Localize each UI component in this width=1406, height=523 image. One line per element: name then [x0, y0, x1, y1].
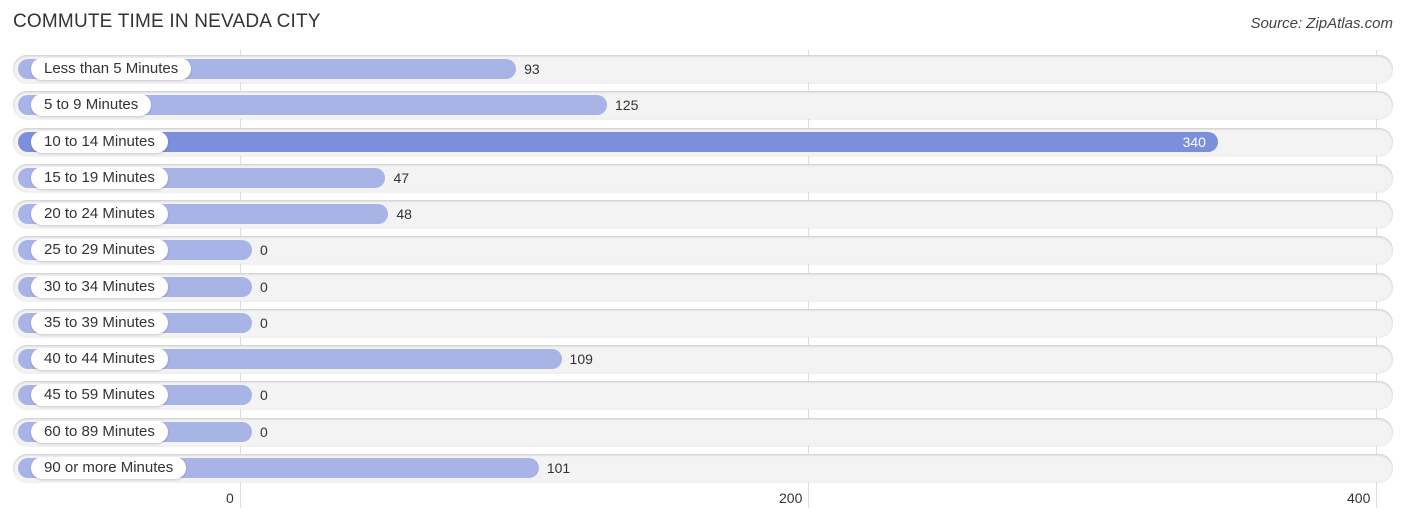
- value-label: 48: [396, 206, 412, 222]
- bar: [18, 131, 1218, 152]
- value-label: 101: [546, 459, 571, 476]
- category-label: 20 to 24 Minutes: [31, 203, 168, 225]
- value-label: 0: [260, 314, 268, 331]
- value-label: 0: [260, 387, 268, 404]
- category-label: 30 to 34 Minutes: [31, 275, 168, 298]
- value-label: 109: [569, 351, 593, 367]
- value-label: 340: [1182, 133, 1206, 150]
- x-tick-label: 200: [779, 490, 803, 506]
- category-label: Less than 5 Minutes: [31, 58, 192, 80]
- category-label: 90 or more Minutes: [31, 456, 187, 479]
- source-label: Source: ZipAtlas.com: [1250, 15, 1393, 32]
- category-label: 15 to 19 Minutes: [31, 166, 168, 189]
- x-tick-label: 0: [226, 490, 234, 506]
- chart-title: COMMUTE TIME IN NEVADA CITY: [13, 11, 321, 32]
- category-label: 25 to 29 Minutes: [31, 239, 168, 262]
- value-label: 93: [524, 61, 540, 77]
- value-label: 125: [615, 97, 639, 114]
- category-label: 40 to 44 Minutes: [31, 348, 168, 370]
- category-label: 45 to 59 Minutes: [31, 384, 168, 407]
- value-label: 0: [260, 242, 268, 259]
- value-label: 47: [393, 169, 410, 186]
- category-label: 35 to 39 Minutes: [31, 311, 168, 334]
- category-label: 5 to 9 Minutes: [31, 94, 152, 117]
- category-label: 60 to 89 Minutes: [31, 420, 168, 443]
- value-label: 0: [260, 278, 268, 295]
- value-label: 0: [260, 423, 268, 440]
- category-label: 10 to 14 Minutes: [31, 130, 168, 153]
- x-tick-label: 400: [1347, 490, 1371, 506]
